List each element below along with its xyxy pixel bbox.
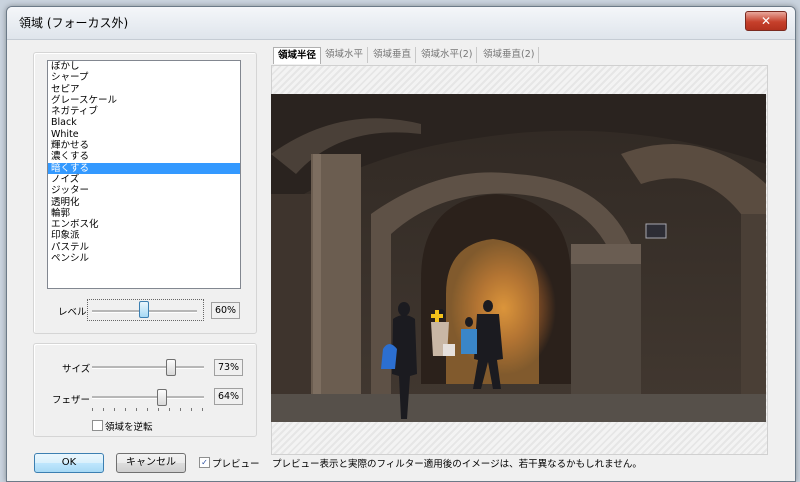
feather-slider-thumb[interactable] [157,389,167,406]
tab-1[interactable]: 領域半径 [273,47,322,64]
cancel-button[interactable]: キャンセル [116,453,186,473]
slider-tick [169,408,170,411]
invert-region-label[interactable]: 領域を逆転 [105,419,153,433]
feather-ticks [92,408,204,412]
slider-tick [103,408,104,411]
invert-region-checkbox[interactable] [92,420,103,431]
slider-tick [147,408,148,411]
slider-tick [125,408,126,411]
filter-list-item[interactable]: 輝かせる [48,140,240,151]
slider-tick [180,408,181,411]
level-slider-thumb[interactable] [139,301,149,318]
filter-list-item[interactable]: パステル [48,242,240,253]
filter-list-items: ぼかし シャープ セピア グレースケール ネガティブ Black White 輝かせる 濃くする… [48,61,240,264]
filter-list-item[interactable]: ネガティブ [48,106,240,117]
filter-list-item[interactable]: 濃くする [48,151,240,162]
filter-list-item[interactable]: 印象派 [48,230,240,241]
filter-list[interactable]: ぼかし シャープ セピア グレースケール ネガティブ Black White 輝かせる 濃くする… [47,60,241,289]
filter-list-item[interactable]: 暗くする [48,162,240,174]
filter-list-item[interactable]: 輪郭 [48,208,240,219]
arcade-photo [271,94,766,422]
slider-tick [92,408,93,411]
close-button[interactable]: ✕ [745,11,787,31]
slider-tick [158,408,159,411]
slider-tick [114,408,115,411]
feather-value: 64% [214,388,243,405]
preview-checkbox[interactable]: ✓ [199,457,210,468]
filter-list-item[interactable]: セピア [48,84,240,95]
tab-2[interactable]: 領域水平 [321,47,369,63]
size-label: サイズ [62,364,91,375]
filter-list-item[interactable]: エンボス化 [48,219,240,230]
feather-slider-track [92,396,204,399]
preview-image [271,94,766,422]
filter-list-item[interactable]: グレースケール [48,95,240,106]
window-title: 領域 (フォーカス外) [19,16,129,30]
size-value: 73% [214,359,243,376]
slider-tick [136,408,137,411]
tab-4[interactable]: 領域水平(2) [417,47,478,63]
feather-slider[interactable] [92,388,204,406]
filter-list-item[interactable]: ペンシル [48,253,240,264]
filter-list-item[interactable]: ジッター [48,185,240,196]
size-slider[interactable] [92,358,204,376]
size-slider-track [92,366,204,369]
slider-tick [202,408,203,411]
tab-3[interactable]: 領域垂直 [369,47,417,63]
filter-list-item[interactable]: Black [48,117,240,128]
filter-list-item[interactable]: ノイズ [48,174,240,185]
slider-tick [191,408,192,411]
size-slider-thumb[interactable] [166,359,176,376]
level-value: 60% [211,302,240,319]
dialog-window: 領域 (フォーカス外) ✕ ぼかし シャープ セピア グレースケール ネガティブ Blac… [6,6,796,482]
level-label: レベル [58,307,87,318]
filter-list-item[interactable]: ぼかし [48,61,240,72]
preview-label[interactable]: プレビュー [212,456,260,470]
feather-label: フェザー [52,395,91,406]
filter-list-item[interactable]: White [48,129,240,140]
preview-note: プレビュー表示と実際のフィルター適用後のイメージは、若干異なるかもしれません。 [272,459,642,470]
ok-button[interactable]: OK [34,453,104,473]
tab-5[interactable]: 領域垂直(2) [479,47,540,63]
filter-list-item[interactable]: シャープ [48,72,240,83]
filter-list-item[interactable]: 透明化 [48,197,240,208]
level-slider[interactable] [87,299,204,321]
title-bar[interactable]: 領域 (フォーカス外) ✕ [7,7,795,40]
